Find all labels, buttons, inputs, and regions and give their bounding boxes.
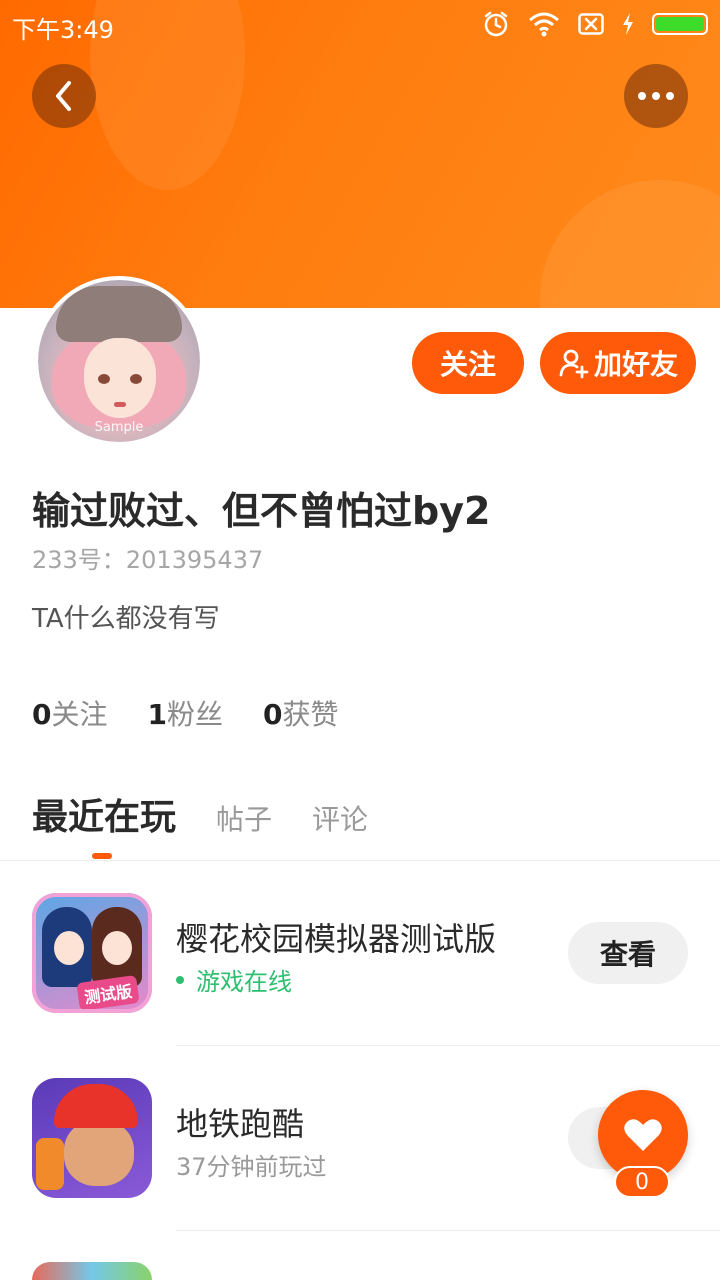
view-button[interactable]: 查看 [568, 922, 688, 984]
online-dot-icon [176, 976, 184, 984]
icon-face [64, 1120, 134, 1186]
stat-following[interactable]: 0关注 [32, 693, 108, 733]
divider [176, 1230, 720, 1231]
follow-label: 关注 [439, 348, 496, 381]
divider [176, 1045, 720, 1046]
username: 输过败过、但不曾怕过by2 [32, 489, 491, 533]
list-item[interactable]: 测试版 樱花校园模拟器测试版 游戏在线 查看 [0, 862, 720, 1047]
stat-number: 1 [147, 698, 167, 731]
tab-active-indicator [92, 853, 112, 859]
stat-label: 粉丝 [166, 698, 223, 731]
status-icons [482, 10, 708, 38]
view-label: 查看 [599, 938, 656, 971]
avatar-watermark: Sample [94, 420, 144, 435]
back-button[interactable] [32, 64, 96, 128]
tab-posts[interactable]: 帖子 [216, 798, 272, 838]
more-button[interactable] [624, 64, 688, 128]
tab-recently-played[interactable]: 最近在玩 [32, 788, 176, 840]
stats-row: 0关注 1粉丝 0获赞 [32, 693, 339, 733]
game-icon: 测试版 [32, 893, 152, 1013]
status-time: 下午3:49 [12, 16, 114, 44]
stat-label: 关注 [51, 698, 108, 731]
game-name: 樱花校园模拟器测试版 [176, 920, 497, 958]
more-dots-icon [638, 92, 674, 100]
alarm-icon [484, 11, 508, 37]
battery-icon [652, 13, 708, 35]
heart-icon [624, 1119, 662, 1151]
user-bio: TA什么都没有写 [32, 604, 220, 634]
follow-button[interactable]: 关注 [412, 332, 524, 394]
charging-icon [623, 13, 633, 35]
tab-comments[interactable]: 评论 [312, 798, 368, 838]
like-count-badge: 0 [614, 1166, 670, 1198]
avatar-eye [98, 374, 110, 384]
game-status-text: 游戏在线 [196, 968, 292, 996]
stat-number: 0 [32, 698, 52, 731]
game-icon [32, 1262, 152, 1280]
add-friend-label: 加好友 [593, 348, 678, 381]
divider [0, 860, 720, 861]
header-decoration [540, 180, 720, 308]
icon-frame [32, 893, 152, 1013]
battery-level [656, 17, 704, 31]
status-bar: 下午3:49 [0, 0, 720, 50]
game-status: 37分钟前玩过 [176, 1153, 327, 1181]
avatar-eye [130, 374, 142, 384]
stat-likes: 0获赞 [263, 693, 339, 733]
game-status: 游戏在线 [176, 962, 292, 997]
tab-bar: 最近在玩 帖子 评论 [32, 788, 368, 840]
avatar-lips [114, 402, 126, 407]
avatar-hat [56, 286, 182, 342]
stat-followers[interactable]: 1粉丝 [148, 693, 224, 733]
no-sim-icon [578, 13, 604, 35]
avatar[interactable]: Sample [34, 276, 204, 446]
game-name: 地铁跑酷 [176, 1105, 305, 1143]
add-user-icon [559, 349, 589, 379]
avatar-image: Sample [38, 280, 200, 442]
add-friend-button[interactable]: 加好友 [540, 332, 696, 394]
icon-hat [54, 1084, 138, 1128]
user-id: 233号：201395437 [32, 546, 264, 574]
wifi-icon [529, 12, 559, 37]
stat-label: 获赞 [282, 698, 339, 731]
icon-spray-can [36, 1138, 64, 1190]
stat-number: 0 [263, 698, 283, 731]
chevron-left-icon [56, 81, 71, 111]
profile-header-banner: 下午3:49 [0, 0, 720, 308]
game-icon [32, 1078, 152, 1198]
